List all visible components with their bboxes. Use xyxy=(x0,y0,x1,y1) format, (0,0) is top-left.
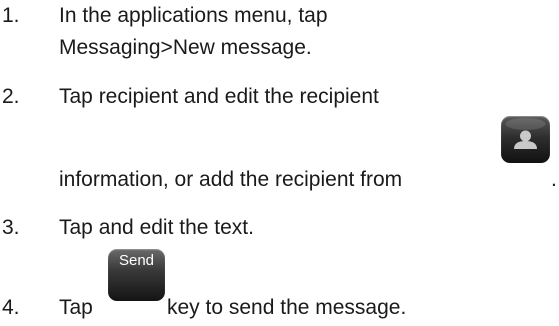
step-1-line-1: In the applications menu, tap xyxy=(59,4,328,27)
send-key-label: Send xyxy=(118,252,155,269)
step-3-line-1: Tap and edit the text. xyxy=(59,216,254,239)
step-1-line-2: Messaging>New message. xyxy=(59,36,312,59)
send-key-button[interactable]: Send xyxy=(108,249,165,301)
step-1-number: 1. xyxy=(2,4,20,27)
step-3-number: 3. xyxy=(2,216,20,239)
instruction-list: 1. In the applications menu, tap Messagi… xyxy=(0,0,559,326)
step-2-line-2: information, or add the recipient from xyxy=(59,168,403,191)
contact-person-icon xyxy=(501,116,550,163)
step-2-number: 2. xyxy=(2,85,20,108)
step-4-lead: Tap xyxy=(59,296,93,319)
step-2-line-1: Tap recipient and edit the recipient xyxy=(59,85,379,108)
step-4-number: 4. xyxy=(2,296,20,319)
step-2-period: . xyxy=(551,168,557,191)
step-4-tail: key to send the message. xyxy=(167,296,407,319)
